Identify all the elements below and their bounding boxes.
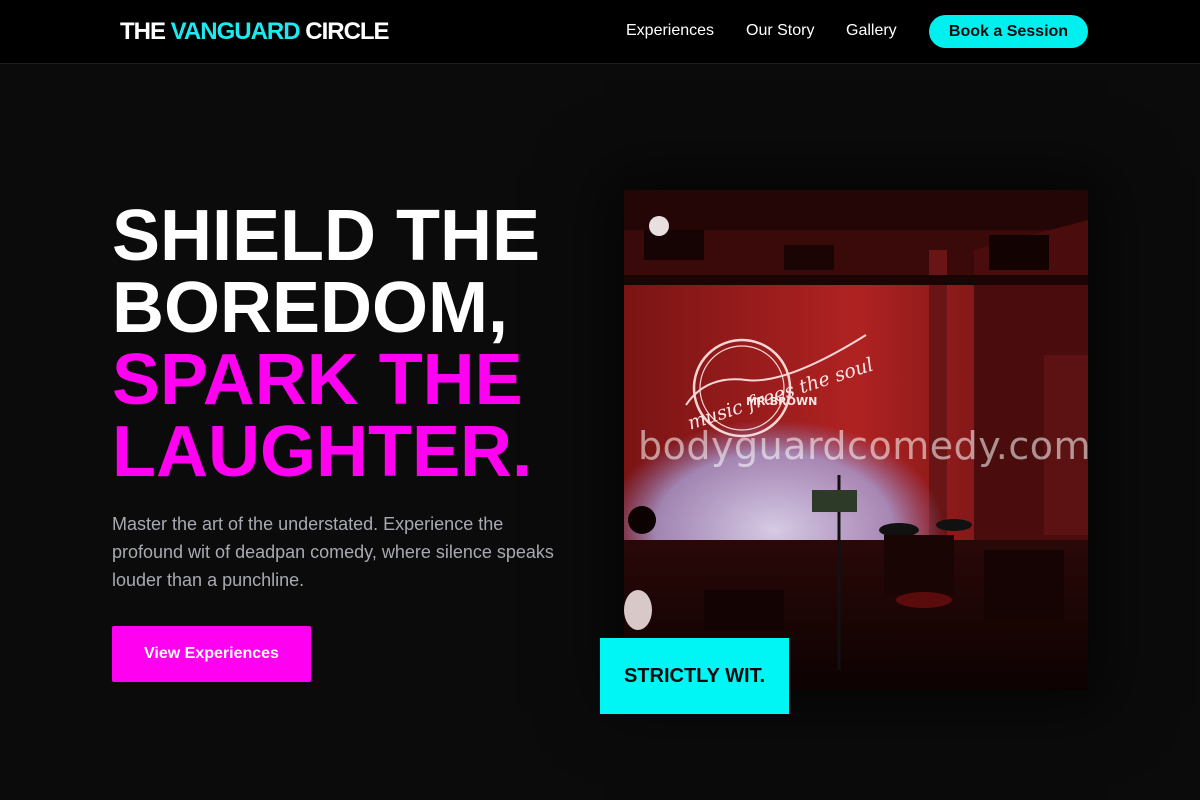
nav-link-our-story[interactable]: Our Story <box>746 21 814 41</box>
top-nav: THE VANGUARD CIRCLE Experiences Our Stor… <box>0 0 1200 64</box>
hero-subtitle: Master the art of the understated. Exper… <box>112 514 554 590</box>
nav-link-gallery[interactable]: Gallery <box>846 21 897 41</box>
nav-link-experiences[interactable]: Experiences <box>626 21 714 41</box>
watermark-text: bodyguardcomedy.com <box>638 424 1092 468</box>
brand-logo[interactable]: THE VANGUARD CIRCLE <box>120 17 390 47</box>
neon-sign-name: MR.BROWN <box>746 395 817 408</box>
strictly-wit-badge: STRICTLY WIT. <box>600 638 789 714</box>
hero-headline: SHIELD THE BOREDOM, SPARK THE LAUGHTER. <box>112 200 582 488</box>
book-session-button[interactable]: Book a Session <box>929 15 1088 48</box>
headline-line-1: SHIELD THE <box>112 196 541 276</box>
headline-line-4: LAUGHTER. <box>112 412 532 492</box>
view-experiences-button[interactable]: View Experiences <box>112 626 311 682</box>
brand-suffix: CIRCLE <box>299 18 389 45</box>
headline-line-3: SPARK THE <box>112 340 523 420</box>
brand-prefix: THE <box>120 18 171 45</box>
headline-line-2: BOREDOM, <box>112 268 508 348</box>
brand-accent: VANGUARD <box>170 18 301 45</box>
